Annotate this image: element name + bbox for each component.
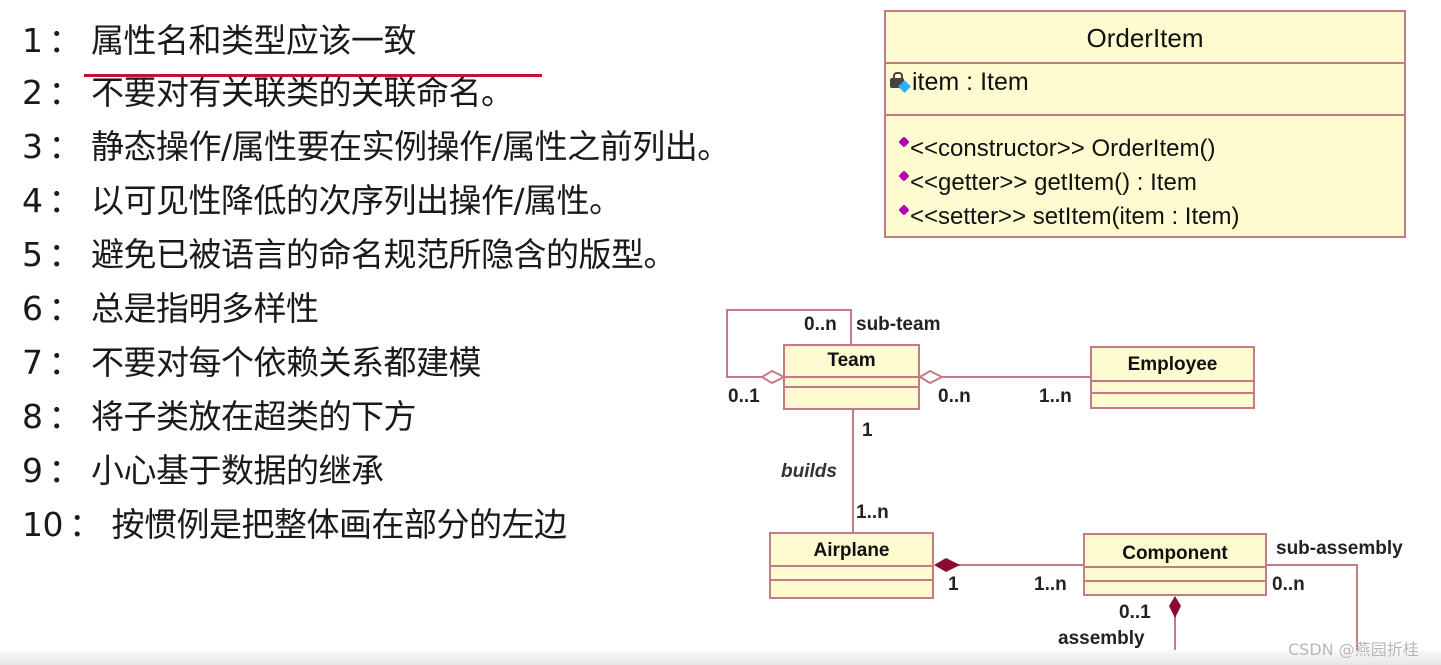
multiplicity: 1..n (856, 502, 889, 523)
class-team: Team (783, 344, 920, 410)
composition-diamond-icon (934, 558, 960, 572)
multiplicity: 0..n (1272, 574, 1305, 595)
aggregation-diamond-icon (760, 369, 787, 385)
class-airplane: Airplane (769, 532, 934, 599)
multiplicity: 0..n (804, 314, 837, 335)
role-label: assembly (1058, 628, 1145, 649)
multiplicity: 1 (948, 574, 959, 595)
multiplicity: 1..n (1039, 386, 1072, 407)
aggregation-diamond-icon (918, 369, 945, 385)
watermark: CSDN @燕园折桂 (1288, 640, 1419, 659)
multiplicity: 0..n (938, 386, 971, 407)
role-label: sub-assembly (1276, 538, 1403, 559)
association-name: builds (781, 461, 837, 482)
multiplicity: 0..1 (728, 386, 760, 407)
multiplicity: 0..1 (1119, 602, 1151, 623)
bottom-bar (0, 650, 1441, 665)
multiplicity: 1..n (1034, 574, 1067, 595)
composition-diamond-icon (1169, 596, 1181, 618)
class-component: Component (1083, 533, 1267, 596)
role-label: sub-team (856, 314, 941, 335)
class-employee: Employee (1090, 346, 1255, 409)
multiplicity: 1 (862, 420, 873, 441)
